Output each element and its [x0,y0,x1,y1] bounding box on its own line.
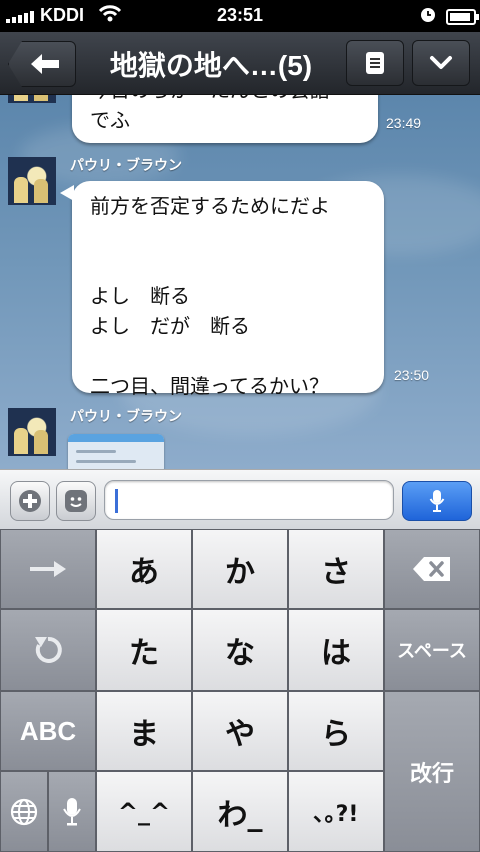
alarm-clock-icon [420,7,436,28]
message-time: 23:49 [386,115,422,131]
chat-title: 地獄の地へ…(5) [109,50,313,81]
message-text: 前方を否定するためにだよ よし 断る よし だが 断る 二つ目、間違ってるかい？ [90,194,330,398]
status-time: 23:51 [216,5,264,25]
arrow-right-icon [30,561,66,577]
microphone-icon [63,797,81,825]
dictation-key[interactable] [48,771,96,852]
globe-key[interactable] [0,771,48,852]
message-text: 今日のらかーたんとの会話 でふ [90,95,330,132]
keyboard: ABC あ か さ た な は ま や ら ^_^ わ_ ､｡?! スペース 改… [0,529,480,852]
back-button[interactable] [8,41,76,87]
kana-key-ra[interactable]: ら [288,691,384,771]
chevron-down-icon [430,56,452,69]
status-bar: KDDI 23:51 [0,0,480,32]
message-bubble: 前方を否定するためにだよ よし 断る よし だが 断る 二つ目、間違ってるかい？ [72,181,384,398]
kana-key-wa[interactable]: わ_ [192,771,288,852]
avatar[interactable] [8,157,56,205]
kana-key-ta[interactable]: た [96,609,192,691]
avatar[interactable] [8,95,56,103]
battery-icon [446,9,479,25]
kana-key-sa[interactable]: さ [288,529,384,609]
return-key[interactable]: 改行 [384,691,480,852]
message-input[interactable] [104,480,394,520]
abc-key[interactable]: ABC [0,691,96,771]
kana-key-na[interactable]: な [192,609,288,691]
sender-name: パウリ・ブラウン [70,409,182,425]
sender-name: パウリ・ブラウン [70,158,182,174]
sticker-button[interactable] [56,481,96,521]
list-icon [366,52,384,74]
chat-area[interactable]: 今日のらかーたんとの会話 でふ 23:49 パウリ・ブラウン 前方を否定するため… [0,95,480,469]
chat-header: 地獄の地へ…(5) [0,32,480,95]
kana-key-ma[interactable]: ま [96,691,192,771]
kana-key-a[interactable]: あ [96,529,192,609]
back-arrow-icon [31,54,59,74]
undo-key[interactable] [0,609,96,691]
backspace-icon [413,557,450,581]
arrow-right-key[interactable] [0,529,96,609]
message-bubble: 今日のらかーたんとの会話 でふ [72,95,378,143]
bubble-tail [60,185,74,201]
smiley-icon [65,490,87,512]
menu-button[interactable] [346,40,404,86]
voice-input-button[interactable] [402,481,472,521]
punctuation-key[interactable]: ､｡?! [288,771,384,852]
kana-key-ka[interactable]: か [192,529,288,609]
image-attachment[interactable] [68,434,164,469]
text-caret [115,489,118,513]
message-time: 23:50 [394,367,430,383]
plus-icon [19,490,41,512]
kana-key-ha[interactable]: は [288,609,384,691]
space-key[interactable]: スペース [384,609,480,691]
globe-icon [10,798,38,825]
message-input-bar [0,469,480,530]
delete-key[interactable] [384,529,480,609]
avatar[interactable] [8,408,56,456]
microphone-icon [429,490,445,512]
add-button[interactable] [10,481,50,521]
emoticon-key[interactable]: ^_^ [96,771,192,852]
undo-icon [35,636,62,663]
kana-key-ya[interactable]: や [192,691,288,771]
dropdown-button[interactable] [412,40,470,86]
